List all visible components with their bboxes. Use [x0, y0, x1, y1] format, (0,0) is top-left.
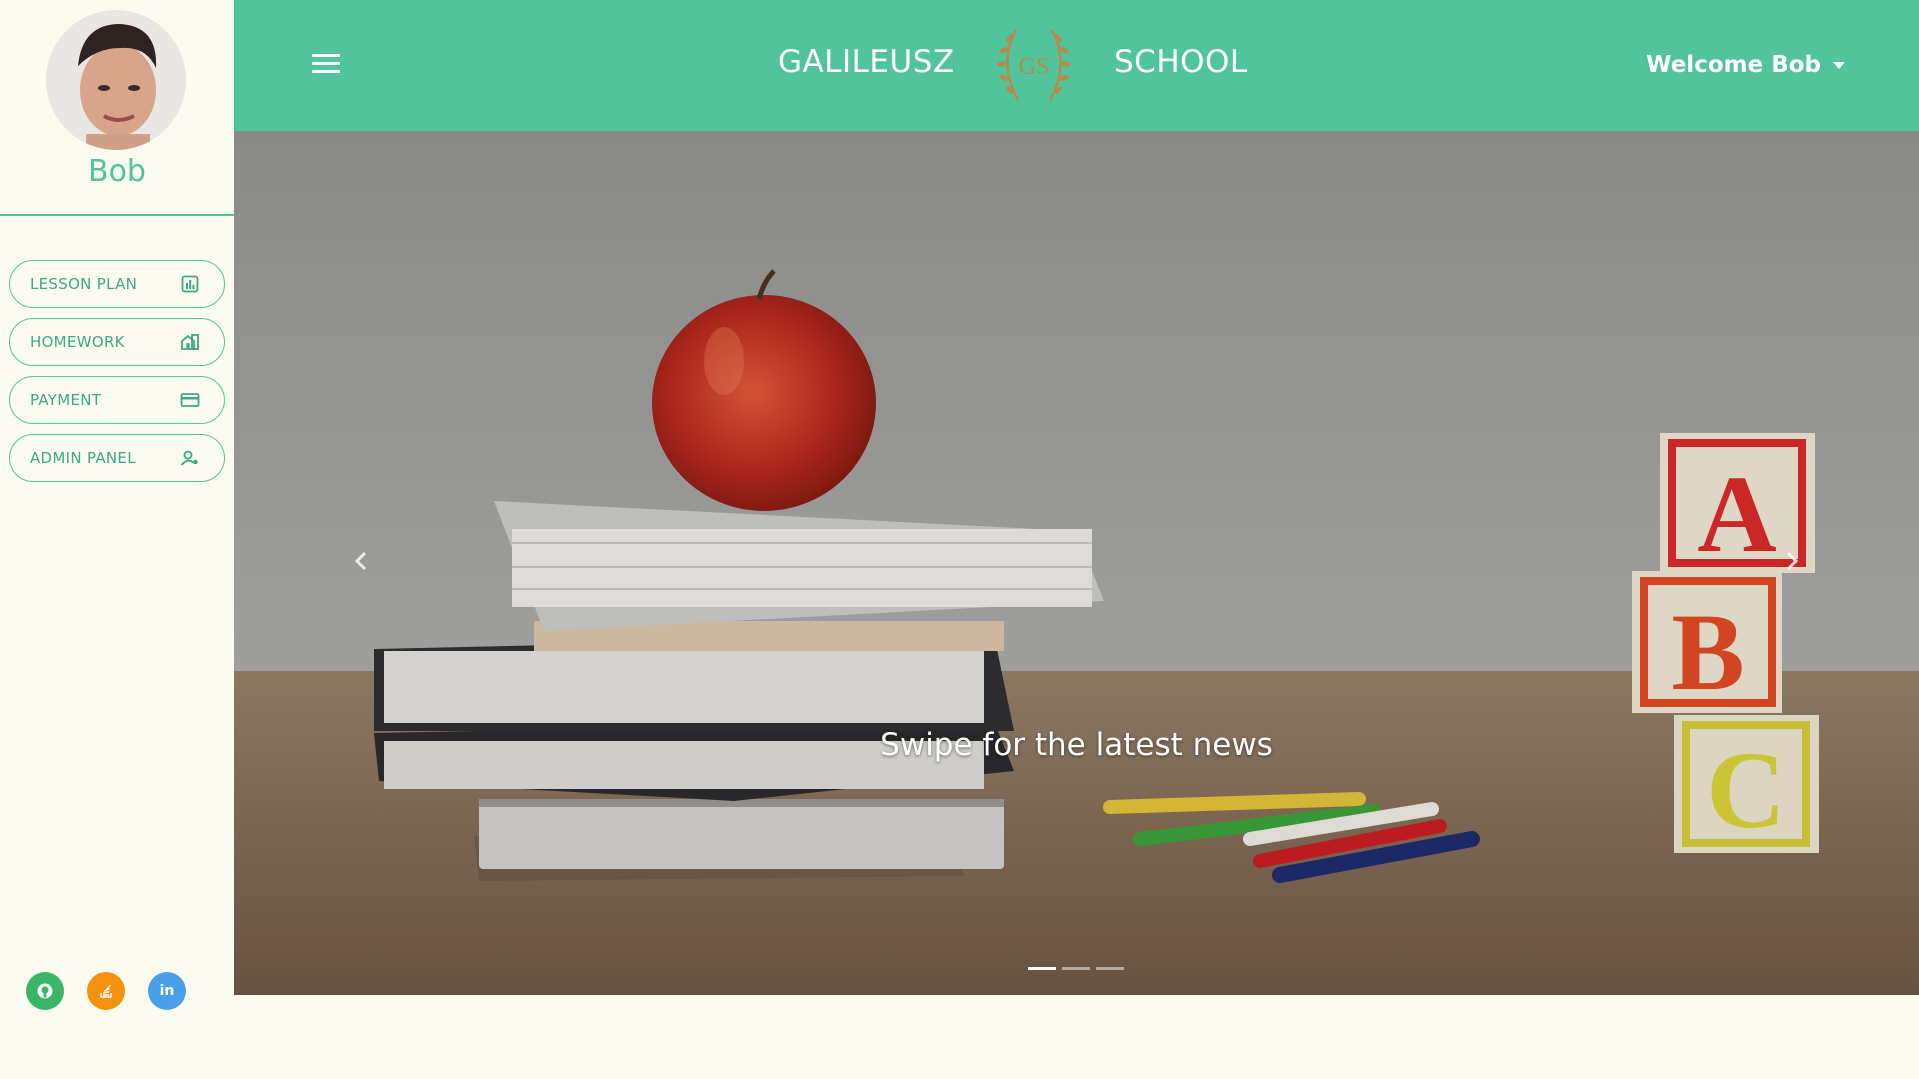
sidebar-item-label: LESSON PLAN: [30, 275, 138, 293]
sidebar-item-lesson-plan[interactable]: LESSON PLAN: [9, 260, 225, 308]
carousel-prev-button[interactable]: [346, 541, 376, 581]
hamburger-menu-icon[interactable]: [312, 54, 340, 76]
stackoverflow-icon: [100, 984, 112, 998]
sidebar: Bob LESSON PLAN HOMEWORK PAYMENT ADMIN P…: [0, 0, 234, 1079]
top-navbar: GALILEUSZ GS SCHOOL Welcome Bob: [234, 0, 1919, 131]
sidebar-item-label: HOMEWORK: [30, 333, 125, 351]
sidebar-item-homework[interactable]: HOMEWORK: [9, 318, 225, 366]
chart-icon: [180, 274, 200, 294]
credit-card-icon: [180, 390, 200, 410]
carousel-caption: Swipe for the latest news: [880, 727, 1273, 763]
sidebar-nav: LESSON PLAN HOMEWORK PAYMENT ADMIN PANEL: [9, 260, 225, 492]
news-carousel[interactable]: C B A Swipe for the latest news: [234, 131, 1919, 995]
carousel-next-button[interactable]: [1777, 541, 1807, 581]
avatar: [46, 10, 186, 150]
carousel-indicators: [1028, 967, 1124, 970]
linkedin-icon: in: [159, 983, 175, 999]
github-button[interactable]: [26, 972, 64, 1010]
profile-section: Bob: [0, 0, 234, 216]
sidebar-item-admin-panel[interactable]: ADMIN PANEL: [9, 434, 225, 482]
admin-user-icon: [180, 448, 200, 468]
carousel-indicator-2[interactable]: [1062, 967, 1090, 970]
profile-name: Bob: [88, 154, 146, 189]
carousel-slide-image: C B A: [234, 131, 1919, 995]
stackoverflow-button[interactable]: [87, 972, 125, 1010]
school-logo[interactable]: GS: [976, 24, 1092, 106]
carousel-indicator-1[interactable]: [1028, 967, 1056, 970]
caret-down-icon: [1833, 61, 1845, 69]
chevron-left-icon: [354, 551, 367, 571]
welcome-text: Welcome Bob: [1646, 52, 1821, 78]
social-links: in: [26, 972, 186, 1010]
github-icon: [37, 983, 53, 999]
logo-monogram: GS: [1019, 54, 1050, 80]
sidebar-item-label: ADMIN PANEL: [30, 449, 136, 467]
sidebar-item-payment[interactable]: PAYMENT: [9, 376, 225, 424]
user-dropdown[interactable]: Welcome Bob: [1646, 52, 1845, 78]
brand-name-left: GALILEUSZ: [778, 44, 955, 80]
brand-name-right: SCHOOL: [1114, 44, 1248, 80]
chevron-right-icon: [1786, 551, 1799, 571]
linkedin-button[interactable]: in: [148, 972, 186, 1010]
sidebar-item-label: PAYMENT: [30, 391, 102, 409]
house-icon: [180, 332, 200, 352]
carousel-indicator-3[interactable]: [1096, 967, 1124, 970]
